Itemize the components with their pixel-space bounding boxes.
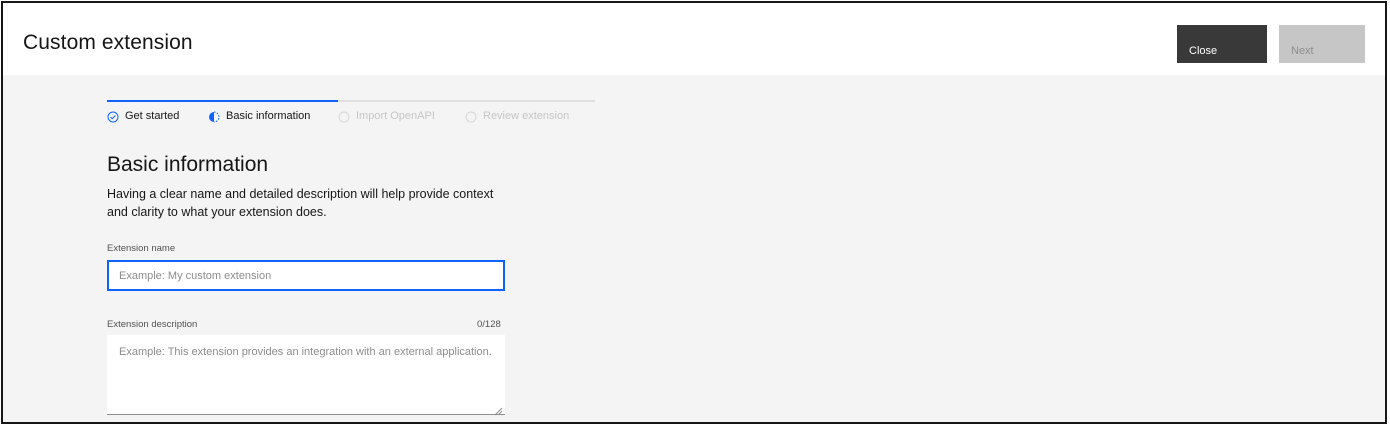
section-title: Basic information bbox=[107, 153, 269, 176]
section-description: Having a clear name and detailed descrip… bbox=[107, 187, 494, 219]
resize-handle-icon[interactable] bbox=[493, 403, 503, 416]
progress-indicator: Get started Basic information Import Ope… bbox=[107, 100, 595, 130]
extension-description-label: Extension description bbox=[107, 319, 198, 330]
extension-name-input[interactable] bbox=[107, 260, 505, 291]
next-button[interactable]: Next bbox=[1279, 25, 1365, 63]
circle-dash-icon bbox=[338, 110, 350, 123]
progress-step-import-openapi[interactable]: Import OpenAPI bbox=[338, 100, 465, 130]
progress-step-get-started[interactable]: Get started bbox=[107, 100, 208, 130]
character-counter: 0/128 bbox=[477, 319, 501, 330]
close-button[interactable]: Close bbox=[1177, 25, 1267, 63]
modal-header: Custom extension Close Next bbox=[3, 3, 1385, 75]
extension-name-label: Extension name bbox=[107, 243, 176, 254]
progress-step-basic-information[interactable]: Basic information bbox=[208, 100, 338, 130]
progress-step-label: Import OpenAPI bbox=[356, 110, 435, 122]
incomplete-half-icon bbox=[208, 110, 220, 123]
checkmark-outline-icon bbox=[107, 110, 119, 123]
extension-description-textarea[interactable] bbox=[107, 335, 505, 415]
circle-dash-icon bbox=[465, 110, 477, 123]
page-title: Custom extension bbox=[23, 31, 193, 54]
progress-step-label: Review extension bbox=[483, 110, 570, 122]
progress-step-label: Basic information bbox=[226, 110, 311, 122]
progress-step-review-extension[interactable]: Review extension bbox=[465, 100, 595, 130]
progress-step-label: Get started bbox=[125, 110, 180, 122]
modal-frame: Custom extension Close Next Get started … bbox=[1, 1, 1387, 424]
